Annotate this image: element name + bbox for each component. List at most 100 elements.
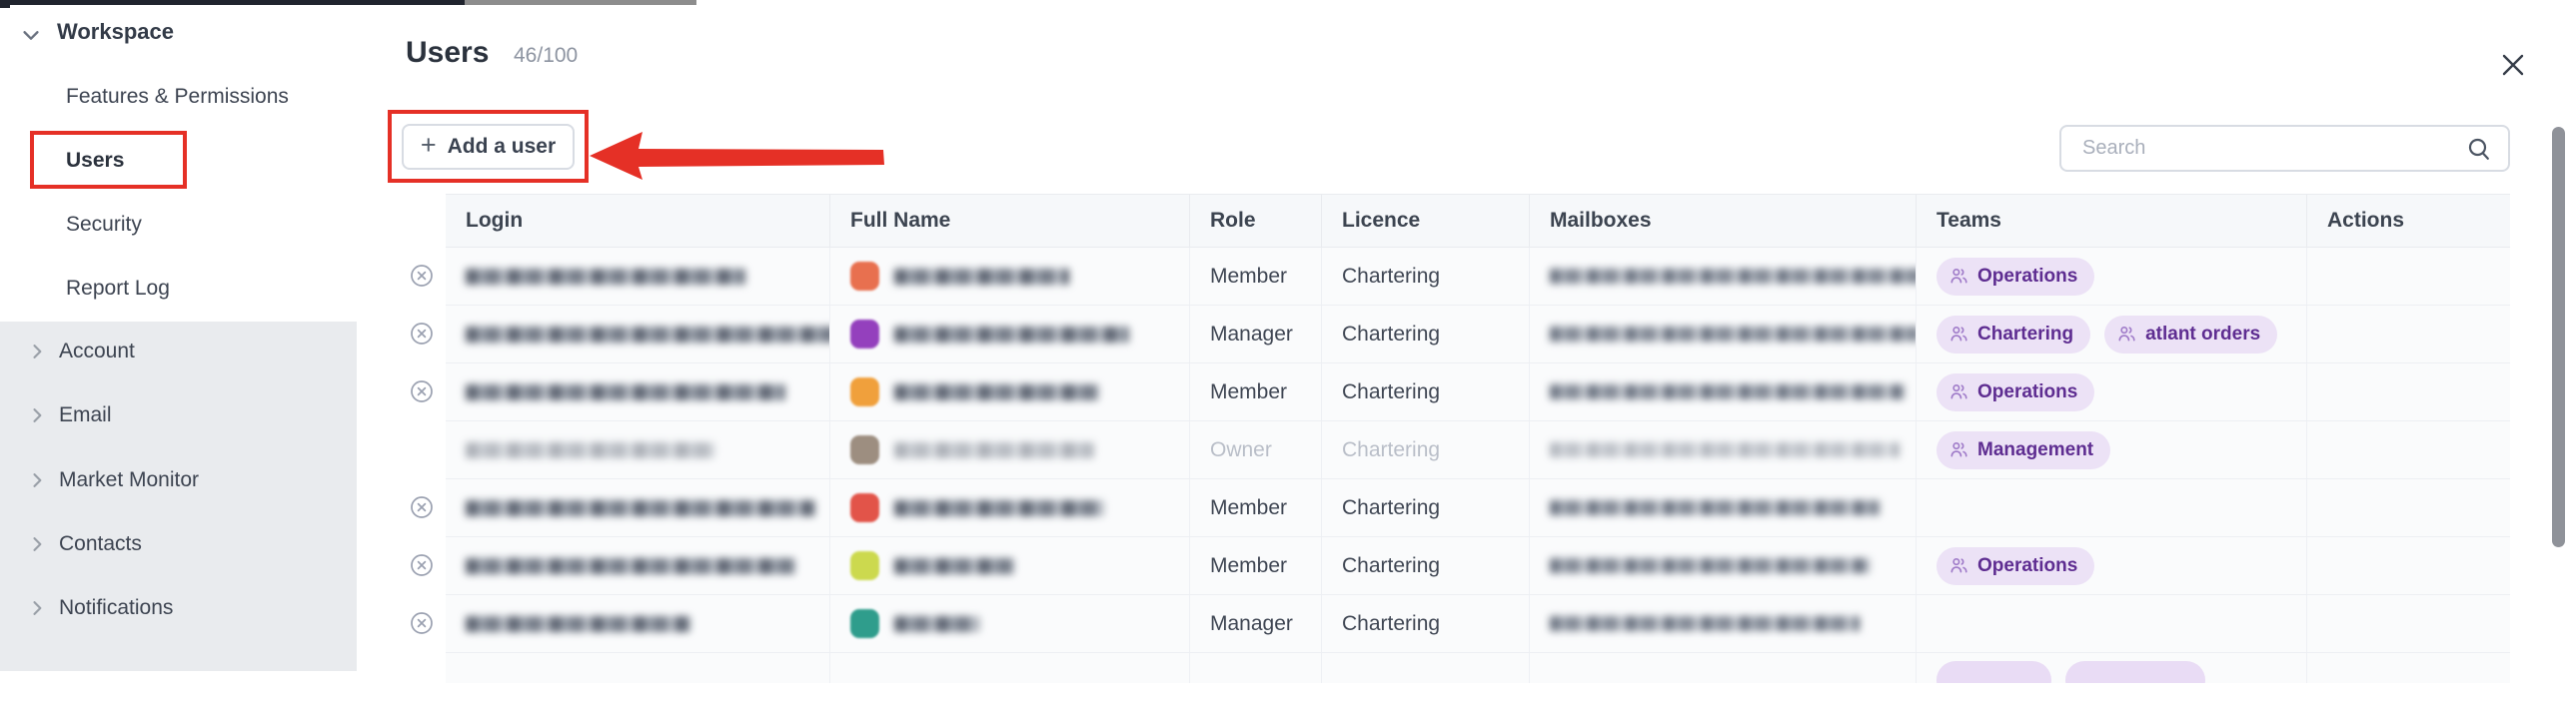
teams-cell <box>1916 653 2306 683</box>
table-row: OwnerCharteringManagement <box>398 421 2510 479</box>
sidebar-item-market-monitor[interactable]: Market Monitor <box>59 468 199 492</box>
licence-cell: Chartering <box>1321 363 1529 420</box>
actions-cell <box>2306 537 2510 594</box>
remove-user-button[interactable] <box>409 322 435 348</box>
redacted-mailboxes <box>1550 616 1860 631</box>
users-table: Login Full Name Role Licence Mailboxes T… <box>398 194 2510 711</box>
close-icon <box>2496 48 2530 82</box>
fullname-cell <box>829 537 1189 594</box>
table-row: MemberChartering <box>398 479 2510 537</box>
redacted-login <box>466 442 715 458</box>
people-icon <box>1948 555 1969 576</box>
team-badge-label: Management <box>1977 439 2093 461</box>
fullname-cell <box>829 479 1189 536</box>
magnifier-icon[interactable] <box>2466 136 2492 162</box>
redacted-login <box>466 384 785 400</box>
sidebar-item-notifications[interactable]: Notifications <box>59 596 173 620</box>
team-badge: Operations <box>1936 373 2094 411</box>
redacted-login <box>466 616 690 632</box>
redacted-name <box>894 442 1094 458</box>
col-header-actions: Actions <box>2306 195 2510 247</box>
redacted-login <box>466 327 829 343</box>
licence-cell <box>1321 653 1529 683</box>
remove-circle-icon <box>410 322 434 346</box>
avatar <box>850 320 879 349</box>
remove-user-button[interactable] <box>409 611 435 637</box>
role-cell: Member <box>1189 248 1321 305</box>
table-row: ManagerChartering <box>398 595 2510 653</box>
teams-cell: Operations <box>1916 537 2306 594</box>
close-button[interactable] <box>2496 48 2530 82</box>
redacted-mailboxes <box>1550 500 1880 515</box>
people-icon <box>1948 266 1969 287</box>
redacted-mailboxes <box>1550 269 1916 284</box>
team-badge: Operations <box>1936 258 2094 296</box>
team-badge <box>2065 661 2205 683</box>
chevron-right-icon <box>27 534 47 554</box>
mailboxes-cell <box>1529 537 1916 594</box>
actions-cell <box>2306 306 2510 362</box>
table-row-partial <box>398 653 2510 711</box>
fullname-cell <box>829 248 1189 305</box>
remove-user-button[interactable] <box>409 495 435 521</box>
sidebar-item-security[interactable]: Security <box>66 213 142 237</box>
col-header-login: Login <box>446 195 829 247</box>
table-row: MemberCharteringOperations <box>398 537 2510 595</box>
remove-user-button[interactable] <box>409 553 435 579</box>
role-cell: Manager <box>1189 595 1321 652</box>
sidebar-item-contacts[interactable]: Contacts <box>59 532 142 556</box>
people-icon <box>1948 324 1969 345</box>
sidebar-item-features-permissions[interactable]: Features & Permissions <box>66 85 289 109</box>
row-delete-cell <box>398 479 446 537</box>
col-header-role: Role <box>1189 195 1321 247</box>
mailboxes-cell <box>1529 248 1916 305</box>
mailboxes-cell <box>1529 595 1916 652</box>
actions-cell <box>2306 248 2510 305</box>
team-badge <box>1936 661 2051 683</box>
remove-circle-icon <box>410 553 434 577</box>
teams-cell <box>1916 595 2306 652</box>
vertical-scrollbar[interactable] <box>2552 127 2565 547</box>
chevron-down-icon[interactable] <box>20 24 42 46</box>
remove-circle-icon <box>410 264 434 288</box>
licence-cell: Chartering <box>1321 421 1529 478</box>
role-cell: Member <box>1189 479 1321 536</box>
row-delete-cell <box>398 537 446 595</box>
sidebar-section-workspace[interactable]: Workspace <box>57 19 174 45</box>
redacted-mailboxes <box>1550 384 1905 399</box>
window-edge-gray-bar <box>465 0 696 5</box>
teams-cell: Operations <box>1916 248 2306 305</box>
fullname-cell <box>829 653 1189 683</box>
people-icon <box>1948 381 1969 402</box>
chevron-right-icon <box>27 470 47 490</box>
col-header-mailboxes: Mailboxes <box>1529 195 1916 247</box>
chevron-right-icon <box>27 342 47 361</box>
redacted-name <box>894 327 1129 343</box>
mailboxes-cell <box>1529 653 1916 683</box>
role-cell <box>1189 653 1321 683</box>
search-input[interactable] <box>2080 136 2466 161</box>
col-header-licence: Licence <box>1321 195 1529 247</box>
col-header-full-name: Full Name <box>829 195 1189 247</box>
remove-circle-icon <box>410 611 434 635</box>
actions-cell <box>2306 653 2510 683</box>
redacted-mailboxes <box>1550 327 1916 342</box>
remove-user-button[interactable] <box>409 379 435 405</box>
login-cell <box>446 363 829 420</box>
actions-cell <box>2306 595 2510 652</box>
actions-cell <box>2306 479 2510 536</box>
mailboxes-cell <box>1529 306 1916 362</box>
user-count: 46/100 <box>514 44 578 68</box>
sidebar-item-report-log[interactable]: Report Log <box>66 277 170 301</box>
sidebar-item-email[interactable]: Email <box>59 403 112 427</box>
redacted-login <box>466 558 795 574</box>
sidebar-item-account[interactable]: Account <box>59 340 135 363</box>
table-header: Login Full Name Role Licence Mailboxes T… <box>398 194 2510 248</box>
people-icon <box>2116 324 2137 345</box>
table-row: MemberCharteringOperations <box>398 248 2510 306</box>
licence-cell: Chartering <box>1321 479 1529 536</box>
remove-user-button[interactable] <box>409 264 435 290</box>
avatar <box>850 377 879 406</box>
redacted-login <box>466 500 815 516</box>
licence-cell: Chartering <box>1321 537 1529 594</box>
